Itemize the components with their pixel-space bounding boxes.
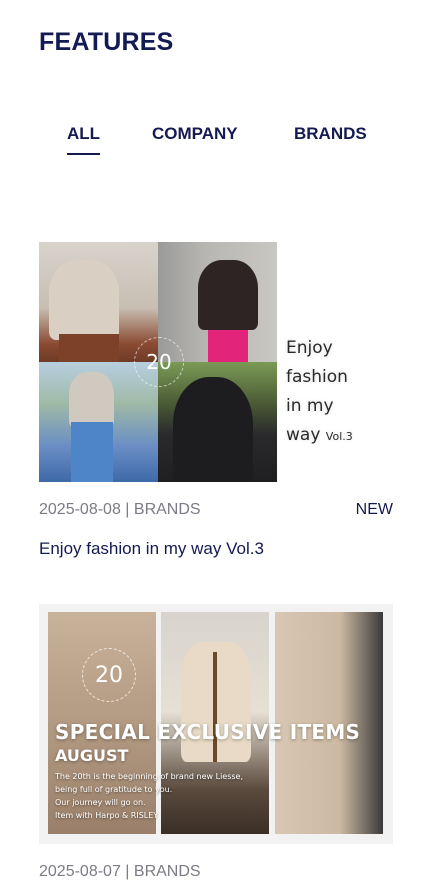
article-meta: 2025-08-08 | BRANDS (39, 501, 201, 519)
category-tabs: ALL COMPANY BRANDS (0, 124, 431, 164)
article-category[interactable]: BRANDS (134, 863, 201, 880)
promo-body: The 20th is the beginning of brand new L… (55, 770, 255, 822)
article-category[interactable]: BRANDS (134, 501, 201, 518)
meta-separator: | (125, 501, 130, 518)
article-card[interactable]: 20 SPECIAL EXCLUSIVE ITEMS AUGUST The 20… (39, 604, 393, 890)
anniversary-number: 20 (146, 350, 172, 374)
new-badge: NEW (355, 501, 393, 518)
caption-volume: Vol.3 (325, 430, 353, 443)
anniversary-badge: 20 (82, 648, 136, 702)
article-card[interactable]: 20 Enjoy fashion in my way Vol.3 2025-08… (39, 242, 393, 562)
article-thumbnail[interactable]: 20 SPECIAL EXCLUSIVE ITEMS AUGUST The 20… (39, 604, 393, 844)
thumbnail-caption: Enjoy fashion in my way Vol.3 (286, 334, 393, 451)
anniversary-badge: 20 (134, 337, 184, 387)
promo-line: Item with Harpo & RISLEY (55, 811, 159, 820)
article-title[interactable]: Enjoy fashion in my way Vol.3 (39, 539, 264, 559)
article-date: 2025-08-07 (39, 863, 121, 880)
tab-company[interactable]: COMPANY (152, 124, 238, 153)
tab-all[interactable]: ALL (67, 124, 101, 155)
tab-brands[interactable]: BRANDS (294, 124, 367, 153)
promo-subheadline: AUGUST (55, 746, 129, 765)
promo-headline: SPECIAL EXCLUSIVE ITEMS (55, 720, 361, 744)
photo-tile (39, 362, 158, 482)
article-thumbnail[interactable]: 20 (39, 242, 277, 482)
article-meta: 2025-08-07 | BRANDS (39, 863, 201, 881)
caption-line: Enjoy fashion (286, 338, 348, 387)
promo-line: Our journey will go on. (55, 798, 146, 807)
promo-line: being full of gratitude to you. (55, 785, 173, 794)
meta-separator: | (125, 863, 130, 880)
anniversary-number: 20 (95, 662, 123, 688)
page-title: FEATURES (39, 28, 174, 56)
article-date: 2025-08-08 (39, 501, 121, 518)
promo-line: The 20th is the beginning of brand new L… (55, 772, 244, 781)
